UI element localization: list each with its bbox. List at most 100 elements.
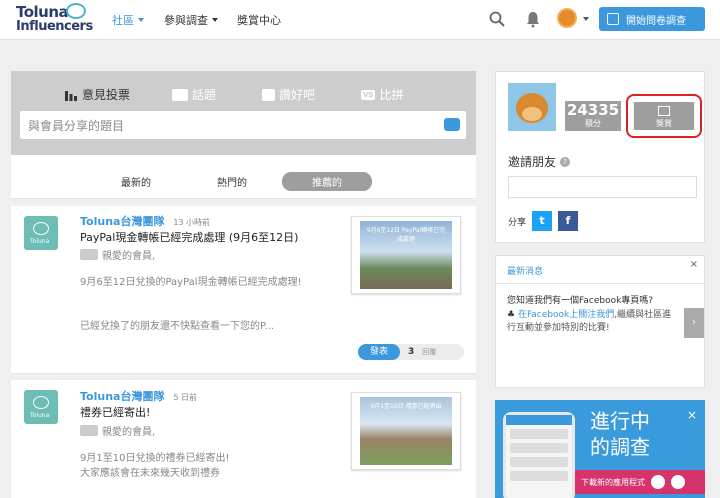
post-greeting-text: 親愛的會員, [102, 427, 156, 438]
promo-headline: 進行中 的調查 [590, 408, 690, 460]
thumbnail-caption: 9月6至12日 PayPal轉帳已完成處理 [366, 227, 446, 243]
news-heading: 最新消息 [507, 267, 544, 277]
share-row: 分享 t f [508, 211, 579, 231]
points-badge[interactable]: 24335 積分 [565, 101, 621, 131]
tab-latest[interactable]: 最新的 [121, 174, 151, 189]
harbor-image: 9月6至12日 PayPal轉帳已完成處理 [360, 221, 452, 289]
publish-button[interactable]: 發表 [358, 344, 401, 360]
tab-like[interactable]: 讚好吧 [262, 86, 315, 103]
tab-versus[interactable]: VS 比拼 [361, 86, 403, 103]
tab-topic-label: 話題 [192, 88, 217, 102]
post-title[interactable]: 禮券已經寄出! [80, 404, 150, 420]
post-body-line1: 9月1至10日兌換的禮券已經寄出! [80, 453, 230, 464]
profile-panel: 24335 積分 獎賞 邀請朋友 ? 分享 t f [495, 71, 705, 243]
topic-input[interactable]: 與會員分享的題目 [20, 111, 466, 139]
speech-bubble-icon [172, 88, 188, 101]
post-time: 13 小時前 [173, 218, 211, 227]
thumbs-up-icon [262, 88, 275, 101]
bar-chart-icon [65, 90, 77, 101]
logo-swirl-icon [66, 3, 86, 19]
post-title[interactable]: PayPal現金轉帳已經完成處理 (9月6至12日) [80, 229, 298, 245]
tab-poll[interactable]: 意見投票 [64, 86, 130, 103]
nav-rewards[interactable]: 獎賞中心 [237, 12, 281, 28]
chat-bubble-icon [80, 425, 98, 436]
android-icon[interactable] [671, 475, 685, 489]
facebook-icon[interactable]: f [558, 211, 579, 231]
search-icon[interactable] [488, 10, 506, 28]
post-time: 5 日前 [173, 393, 197, 402]
logo-line2: Influencers [16, 19, 93, 34]
chat-bubble-icon [80, 249, 98, 260]
tab-recommended[interactable]: 推薦的 [282, 172, 372, 191]
sort-tabs: 最新的 熱門的 推薦的 [11, 155, 476, 199]
avatar-brand-text: Toluna [30, 238, 50, 245]
house-image: 9月1至10日 禮券已經寄出 [360, 397, 452, 465]
versus-icon: VS [361, 89, 376, 100]
apple-icon[interactable] [651, 475, 665, 489]
nav-rewards-label: 獎賞中心 [237, 14, 281, 27]
news-question: 您知道我們有一個Facebook專頁嗎? [507, 296, 654, 306]
post-author[interactable]: Toluna台灣團隊 5 日前 [80, 388, 197, 404]
download-label: 下載新的應用程式 [581, 477, 645, 487]
post-body-line2: 大家應該會在未來幾天收到禮券 [80, 468, 220, 479]
nav-surveys-label: 參與調查 [164, 14, 208, 27]
avatar-brand-text: Toluna [30, 412, 50, 419]
close-icon[interactable]: × [690, 259, 698, 270]
rewards-label: 獎賞 [656, 119, 672, 128]
chevron-right-icon[interactable]: › [684, 308, 704, 338]
comment-count: 3 [408, 347, 415, 357]
post-greeting: 親愛的會員, [80, 247, 155, 262]
gift-icon [658, 106, 670, 116]
chevron-down-icon [138, 18, 144, 22]
close-icon[interactable]: × [687, 408, 697, 422]
post-body-line2: 已經兌換了的朋友還不快點查看一下您的P... [80, 321, 275, 332]
tab-topic[interactable]: 話題 [172, 86, 216, 103]
post-author[interactable]: Toluna台灣團隊 13 小時前 [80, 213, 210, 229]
post-body-line1: 9月6至12日兌換的PayPal現金轉帳已經完成處理! [80, 277, 302, 288]
news-body: ♣ 在Facebook上關注我們,繼續與社區進行互動並參加特別的比賽! [507, 310, 672, 333]
nav-community-label: 社區 [112, 14, 134, 27]
share-label: 分享 [508, 217, 527, 228]
toluna-logo[interactable]: Toluna Influencers [16, 3, 93, 36]
avatar[interactable] [508, 83, 556, 131]
start-survey-button[interactable]: 開始問卷調查 [599, 7, 705, 31]
toluna-swirl-icon [33, 222, 49, 235]
post-card: Toluna Toluna台灣團隊 5 日前 禮券已經寄出! 親愛的會員, 9月… [11, 380, 476, 498]
reply-link[interactable]: 回覆 [422, 347, 436, 357]
post-author-avatar[interactable]: Toluna [24, 216, 58, 250]
invite-friends-label: 邀請朋友 [508, 155, 557, 169]
phone-image [503, 412, 575, 498]
post-greeting: 親愛的會員, [80, 423, 155, 438]
nav-surveys[interactable]: 參與調查 [164, 12, 218, 28]
divider [496, 283, 704, 284]
news-panel: 最新消息 × 您知道我們有一個Facebook專頁嗎? ♣ 在Facebook上… [495, 255, 705, 388]
app-promo-banner[interactable]: 進行中 的調查 × 下載新的應用程式 [495, 400, 705, 498]
invite-email-field[interactable] [508, 176, 697, 198]
top-navigation-bar: Toluna Influencers 社區 參與調查 獎賞中心 開始問卷調查 [0, 0, 720, 40]
facebook-follow-link[interactable]: 在Facebook上關注我們 [518, 310, 614, 320]
promo-line2: 的調查 [590, 435, 650, 459]
twitter-icon[interactable]: t [532, 211, 553, 231]
post-author-name: Toluna台灣團隊 [80, 215, 165, 228]
invite-friends-heading: 邀請朋友 ? [508, 153, 571, 170]
chevron-down-icon[interactable] [583, 17, 589, 21]
nav-community[interactable]: 社區 [112, 12, 144, 28]
post-author-avatar[interactable]: Toluna [24, 390, 58, 424]
post-thumbnail[interactable]: 9月6至12日 PayPal轉帳已完成處理 [351, 216, 461, 294]
avatar[interactable] [557, 8, 577, 28]
thumbnail-caption: 9月1至10日 禮券已經寄出 [370, 403, 442, 410]
rewards-button[interactable]: 獎賞 [634, 102, 694, 130]
post-actions: 發表 3 回覆 [358, 344, 464, 360]
tab-popular[interactable]: 熱門的 [217, 174, 247, 189]
post-greeting-text: 親愛的會員, [102, 251, 156, 262]
bell-icon[interactable] [524, 10, 542, 28]
post-thumbnail[interactable]: 9月1至10日 禮券已經寄出 [351, 392, 461, 470]
post-author-name: Toluna台灣團隊 [80, 390, 165, 403]
help-icon[interactable]: ? [560, 156, 571, 167]
tab-poll-label: 意見投票 [82, 88, 131, 102]
camera-icon[interactable] [444, 118, 460, 131]
promo-line1: 進行中 [590, 409, 650, 433]
checkbox-icon [607, 13, 619, 25]
download-app-button[interactable]: 下載新的應用程式 [575, 470, 705, 494]
topic-input-placeholder: 與會員分享的題目 [28, 119, 125, 133]
